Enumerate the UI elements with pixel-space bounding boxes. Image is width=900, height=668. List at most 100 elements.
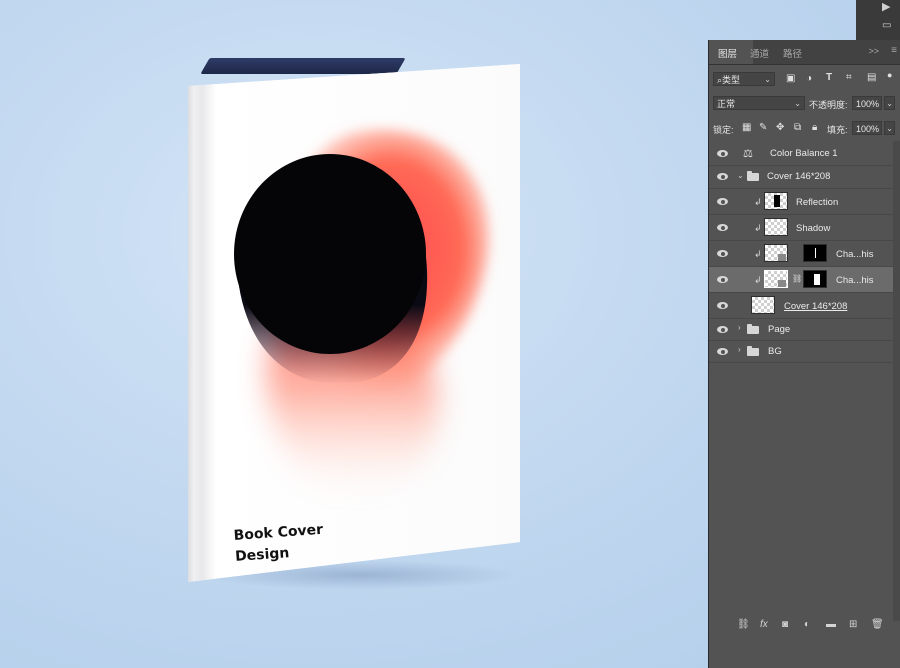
chevron-down-icon[interactable]: ⌄	[737, 171, 744, 180]
book-mockup: Book Cover Design	[188, 64, 520, 582]
link-icon[interactable]: ⛓	[792, 274, 802, 283]
visibility-eye-icon[interactable]	[717, 347, 728, 356]
chevron-right-icon[interactable]: ›	[738, 323, 741, 332]
lock-pixels-icon[interactable]: ✎	[759, 122, 767, 133]
filter-row: ⌕类型 ⌄ ▣ ◑ T ⌗ ▤ ●	[709, 70, 900, 88]
add-mask-icon[interactable]: ◙	[782, 619, 788, 630]
layer-thumbnail	[764, 192, 788, 210]
chevron-down-icon: ⌄	[764, 75, 771, 84]
play-icon[interactable]: ▶	[882, 0, 890, 13]
layers-scrollbar[interactable]	[893, 141, 900, 621]
tab-layers[interactable]: 图层	[718, 46, 737, 60]
blob-core	[234, 154, 426, 354]
adjustment-layer-icon[interactable]: ◐	[804, 619, 810, 630]
comment-icon[interactable]: ▭	[882, 20, 891, 31]
lock-position-icon[interactable]: ✥	[776, 122, 784, 133]
folder-icon	[747, 346, 759, 356]
new-group-icon[interactable]: ▬	[826, 619, 836, 630]
link-layers-icon[interactable]: ⛓	[737, 619, 750, 630]
chevron-down-icon: ⌄	[886, 99, 893, 108]
chevron-down-icon: ⌄	[886, 124, 893, 133]
new-layer-icon[interactable]: ⊞	[849, 619, 857, 630]
layer-name: Shadow	[796, 223, 831, 234]
layer-name: Cha...his	[836, 249, 874, 260]
fill-slider-toggle[interactable]: ⌄	[884, 121, 895, 135]
tab-paths[interactable]: 路径	[783, 46, 802, 60]
smart-object-thumbnail	[764, 244, 788, 262]
color-balance-icon: ⚖	[743, 148, 753, 160]
layers-panel: 图层 通道 路径 >> ≡ ⌕类型 ⌄ ▣ ◑ T ⌗ ▤ ● 正常 ⌄ 不透明…	[708, 40, 900, 668]
smart-object-filter-icon[interactable]: ▤	[867, 72, 876, 83]
lock-row: 锁定: ▦ ✎ ✥ ⧉ 🔒︎ 填充: 100% ⌄	[709, 121, 900, 137]
layer-mask-thumbnail[interactable]	[803, 244, 827, 262]
fx-icon[interactable]: fx	[760, 619, 768, 630]
layer-row-cover-group[interactable]: ⌄ Cover 146*208	[709, 166, 893, 189]
type-filter-icon[interactable]: T	[826, 72, 832, 83]
visibility-eye-icon[interactable]	[717, 325, 728, 334]
trash-icon[interactable]: 🗑︎	[871, 619, 884, 630]
lock-label: 锁定:	[713, 125, 734, 135]
folder-icon	[747, 171, 759, 181]
right-tool-strip: ▶ ▭	[856, 0, 900, 40]
fill-value: 100%	[856, 124, 880, 134]
visibility-eye-icon[interactable]	[717, 301, 728, 310]
layers-bottom-bar: ⛓ fx ◙ ◐ ▬ ⊞ 🗑︎	[709, 616, 900, 636]
filter-kind-select[interactable]: ⌕类型 ⌄	[713, 72, 775, 86]
chevron-right-icon[interactable]: ›	[738, 345, 741, 354]
panel-menu-icon[interactable]: ≡	[891, 45, 897, 56]
layer-row-smart-object-2[interactable]: ↲ ⛓ Cha...his	[709, 267, 893, 293]
lock-transparency-icon[interactable]: ▦	[742, 122, 751, 133]
visibility-eye-icon[interactable]	[717, 223, 728, 232]
layer-row-color-balance[interactable]: ⚖ Color Balance 1	[709, 143, 893, 166]
book-page-edges	[200, 58, 406, 74]
layer-name: BG	[768, 346, 782, 357]
layer-thumbnail	[751, 296, 775, 314]
layer-row-page-group[interactable]: › Page	[709, 319, 893, 341]
layer-thumbnail	[764, 218, 788, 236]
layer-row-smart-object-1[interactable]: ↲ Cha...his	[709, 241, 893, 267]
clipping-arrow-icon: ↲	[754, 223, 762, 233]
fill-label: 填充:	[827, 125, 848, 135]
collapse-panels-icon[interactable]: >>	[868, 46, 879, 56]
adjustment-filter-icon[interactable]: ◑	[806, 73, 812, 84]
layer-row-reflection[interactable]: ↲ Reflection	[709, 189, 893, 215]
opacity-value: 100%	[856, 99, 880, 109]
layer-row-cover-layer[interactable]: Cover 146*208	[709, 293, 893, 319]
image-filter-icon[interactable]: ▣	[786, 73, 795, 84]
layer-name: Cover 146*208	[767, 171, 831, 182]
blend-mode-value: 正常	[717, 99, 736, 109]
opacity-label: 不透明度:	[809, 100, 848, 110]
clipping-arrow-icon: ↲	[754, 197, 762, 207]
shape-filter-icon[interactable]: ⌗	[846, 72, 852, 83]
layer-name: Cover 146*208	[784, 301, 848, 312]
layer-name: Color Balance 1	[770, 148, 838, 159]
tab-channels[interactable]: 通道	[750, 46, 769, 60]
clipping-arrow-icon: ↲	[754, 275, 762, 285]
opacity-slider-toggle[interactable]: ⌄	[884, 96, 895, 110]
book-cover-artwork	[234, 129, 489, 497]
lock-artboard-icon[interactable]: ⧉	[794, 122, 801, 133]
panel-tabs: 图层 通道 路径 >> ≡	[709, 40, 900, 65]
visibility-eye-icon[interactable]	[717, 197, 728, 206]
layer-name: Reflection	[796, 197, 839, 208]
layer-name: Cha...his	[836, 275, 874, 286]
filter-toggle-icon[interactable]: ●	[887, 70, 892, 80]
visibility-eye-icon[interactable]	[717, 275, 728, 284]
folder-icon	[747, 324, 759, 334]
blend-row: 正常 ⌄ 不透明度: 100% ⌄	[709, 96, 900, 112]
blend-mode-select[interactable]: 正常 ⌄	[713, 96, 805, 110]
visibility-eye-icon[interactable]	[717, 172, 728, 181]
layer-mask-thumbnail[interactable]	[803, 270, 827, 288]
fill-field[interactable]: 100%	[852, 121, 882, 135]
lock-all-icon[interactable]: 🔒︎	[812, 122, 817, 133]
layer-name: Page	[768, 324, 791, 335]
layer-row-bg-group[interactable]: › BG	[709, 341, 893, 363]
clipping-arrow-icon: ↲	[754, 249, 762, 259]
layer-row-shadow[interactable]: ↲ Shadow	[709, 215, 893, 241]
opacity-field[interactable]: 100%	[852, 96, 882, 110]
visibility-eye-icon[interactable]	[717, 249, 728, 258]
chevron-down-icon: ⌄	[794, 99, 801, 108]
visibility-eye-icon[interactable]	[717, 149, 728, 158]
filter-kind-label: 类型	[722, 75, 741, 85]
smart-object-thumbnail	[764, 270, 788, 288]
